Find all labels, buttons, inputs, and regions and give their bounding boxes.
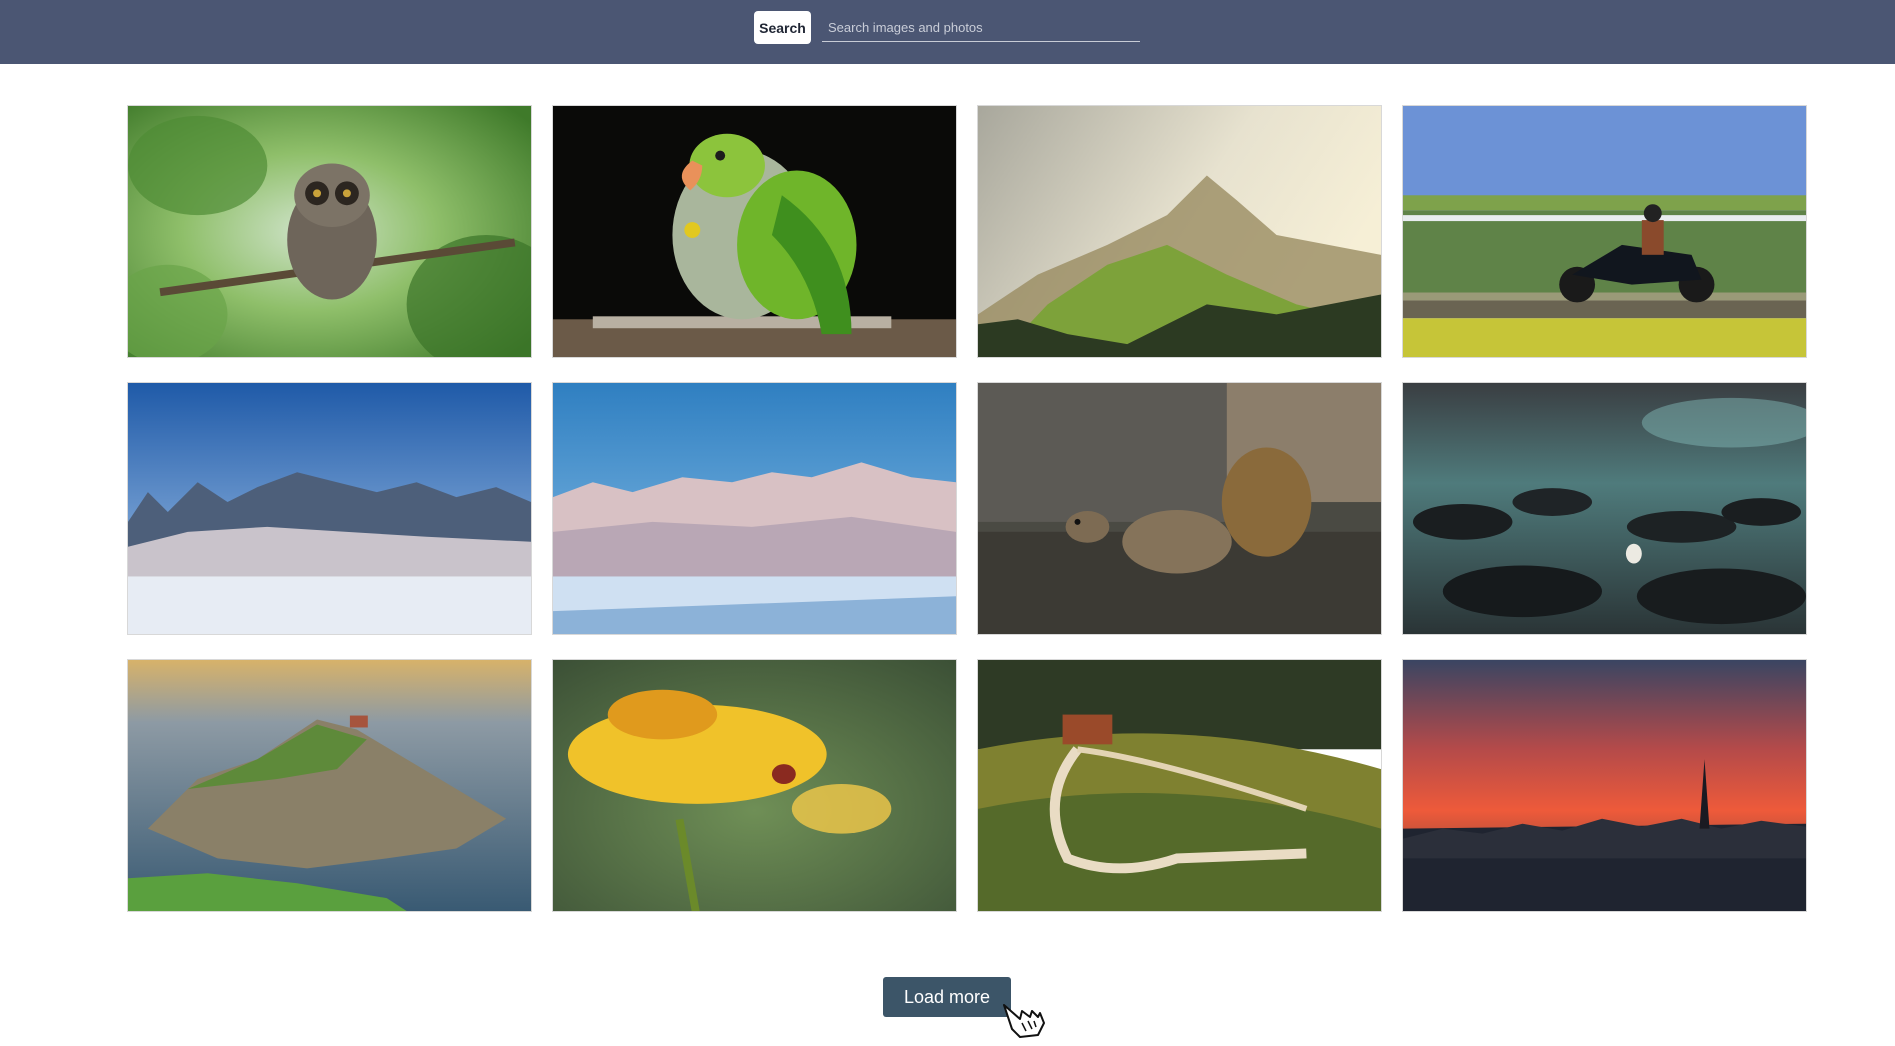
- frosted-bushes-image: [553, 383, 956, 634]
- search-button[interactable]: Search: [754, 11, 811, 44]
- top-bar: Search: [0, 0, 1895, 64]
- gallery-image-island[interactable]: [127, 659, 532, 912]
- vineyard-image: [978, 660, 1381, 911]
- gallery-image-parrot[interactable]: [552, 105, 957, 358]
- load-more-button[interactable]: Load more: [883, 977, 1011, 1017]
- gallery-image-squirrel[interactable]: [977, 382, 1382, 635]
- gallery-image-frosted-bushes[interactable]: [552, 382, 957, 635]
- gallery-image-flower[interactable]: [552, 659, 957, 912]
- gallery-image-paris[interactable]: [1402, 659, 1807, 912]
- island-image: [128, 660, 531, 911]
- gallery-image-snowy-forest[interactable]: [127, 382, 532, 635]
- flower-image: [553, 660, 956, 911]
- rocky-shore-image: [1403, 383, 1806, 634]
- gallery-image-motorcycle[interactable]: [1402, 105, 1807, 358]
- squirrel-image: [978, 383, 1381, 634]
- owl-image: [128, 106, 531, 357]
- parrot-image: [553, 106, 956, 357]
- gallery-image-mountain[interactable]: [977, 105, 1382, 358]
- gallery-image-vineyard[interactable]: [977, 659, 1382, 912]
- search-input[interactable]: [822, 14, 1140, 42]
- mountain-image: [978, 106, 1381, 357]
- motorcycle-image: [1403, 106, 1806, 357]
- image-gallery: [127, 105, 1809, 912]
- gallery-image-owl[interactable]: [127, 105, 532, 358]
- paris-image: [1403, 660, 1806, 911]
- gallery-image-rocky-shore[interactable]: [1402, 382, 1807, 635]
- snowy-forest-image: [128, 383, 531, 634]
